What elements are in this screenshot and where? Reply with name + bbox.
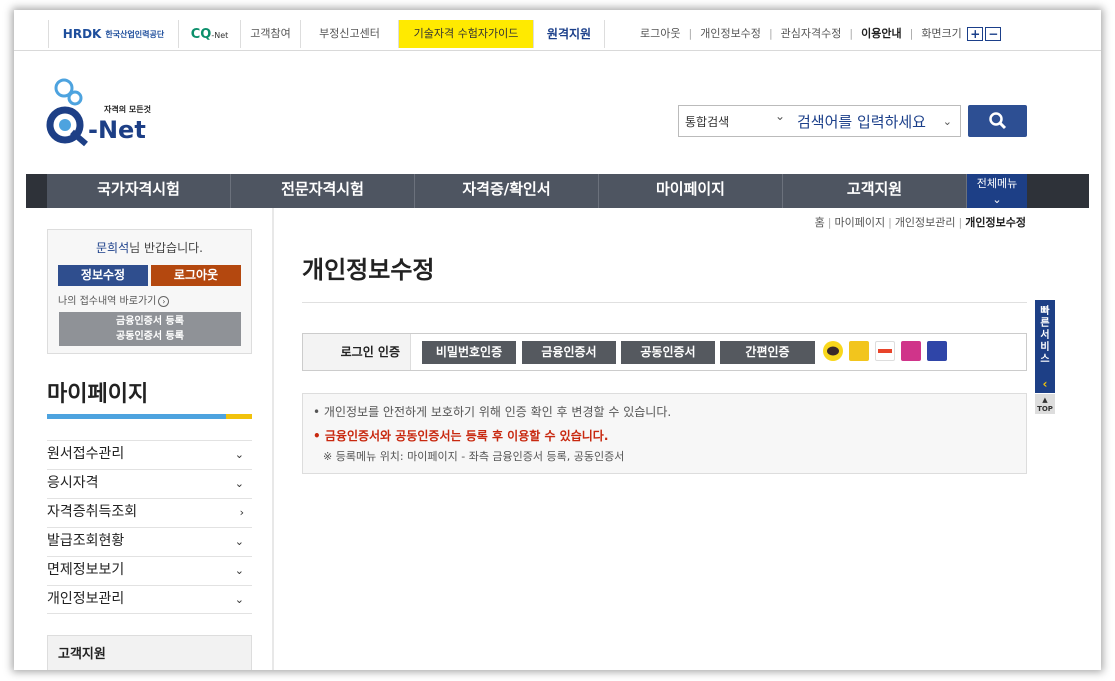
top-utility-bar: HRDK 한국산업인력공단 CQ-Net 고객참여 부정신고센터 기술자격 수험… xyxy=(14,10,1101,51)
financial-cert-button[interactable]: 금융인증서 xyxy=(522,341,616,364)
sidebar-menu: 원서접수관리 ⌄ 응시자격 ⌄ 자격증취득조회 › 발급조회현황 ⌄ 면제정보보기 ⌄ 개… xyxy=(47,440,252,614)
all-menu-label: 전체메뉴 xyxy=(976,177,1018,190)
chevron-right-icon: › xyxy=(239,506,244,519)
pass-icon[interactable] xyxy=(901,341,921,361)
zoom-out-button[interactable]: − xyxy=(985,27,1002,41)
search-icon xyxy=(988,112,1006,130)
sidebar-item-exemption[interactable]: 면제정보보기 ⌄ xyxy=(47,556,252,585)
logout-button[interactable]: 로그아웃 xyxy=(151,265,241,286)
password-auth-button[interactable]: 비밀번호인증 xyxy=(422,341,516,364)
logout-link[interactable]: 로그아웃 xyxy=(640,27,680,40)
qnet-logo[interactable]: 자격의 모든것 -Net xyxy=(44,74,164,154)
page-title: 개인정보수정 xyxy=(302,256,435,284)
chevron-down-icon: ⌄ xyxy=(992,193,1002,206)
zoom-label: 화면크기 xyxy=(921,27,962,40)
hrdk-logo-link[interactable]: HRDK 한국산업인력공단 xyxy=(48,20,178,48)
search-bar: 통합검색 검색어를 입력하세요 ⌄ xyxy=(678,105,961,137)
chevron-down-icon: ⌄ xyxy=(234,477,244,490)
caret-up-icon: ▲ xyxy=(1042,396,1048,404)
breadcrumb-mypage[interactable]: 마이페이지 xyxy=(834,216,885,229)
edit-profile-link[interactable]: 개인정보수정 xyxy=(700,27,761,40)
interest-cert-link[interactable]: 관심자격수정 xyxy=(781,27,842,40)
samsung-pass-icon[interactable] xyxy=(927,341,947,361)
remote-support-link[interactable]: 원격지원 xyxy=(533,20,605,48)
scroll-top-button[interactable]: ▲ TOP xyxy=(1035,394,1055,414)
report-center-link[interactable]: 부정신고센터 xyxy=(300,20,398,48)
nav-customer-support[interactable]: 고객지원 xyxy=(783,174,967,208)
notice-box: • 개인정보를 안전하게 보호하기 위해 인증 확인 후 변경할 수 있습니다.… xyxy=(302,393,1027,474)
greeting: 문희석님 반갑습니다. xyxy=(48,239,251,256)
cert-line-1: 금융인증서 등록 xyxy=(116,316,184,327)
cqnet-logo: CQ-Net xyxy=(190,26,229,42)
util-links: 로그아웃 | 개인정보수정 | 관심자격수정 | 이용안내 | 화면크기 + − xyxy=(640,20,1002,48)
breadcrumb-home[interactable]: 홈 xyxy=(815,216,825,229)
user-name: 문희석 xyxy=(96,241,130,255)
top-label: TOP xyxy=(1037,405,1053,413)
sidebar-item-application[interactable]: 원서접수관리 ⌄ xyxy=(47,440,252,469)
my-applications-label: 나의 접수내역 바로가기 xyxy=(58,296,157,307)
all-menu-button[interactable]: 전체메뉴 ⌄ xyxy=(967,174,1027,208)
cqnet-logo-link[interactable]: CQ-Net xyxy=(178,20,240,48)
joint-cert-button[interactable]: 공동인증서 xyxy=(621,341,715,364)
nav-certificates[interactable]: 자격증/확인서 xyxy=(415,174,599,208)
edit-info-button[interactable]: 정보수정 xyxy=(58,265,148,286)
customer-participation-link[interactable]: 고객참여 xyxy=(240,20,300,48)
chevron-left-icon[interactable]: ‹ xyxy=(1035,376,1055,393)
auth-label: 로그인 인증 xyxy=(303,334,411,370)
greeting-text: 님 반갑습니다. xyxy=(129,241,203,255)
search-input[interactable]: 검색어를 입력하세요 xyxy=(789,111,943,132)
kakao-icon[interactable] xyxy=(823,341,843,361)
sidebar-title-underline xyxy=(47,414,252,419)
quick-service-label: 빠른서비스 xyxy=(1040,306,1050,365)
quick-service-tab[interactable]: 빠른서비스 xyxy=(1035,300,1055,376)
breadcrumb: 홈 | 마이페이지 | 개인정보관리 | 개인정보수정 xyxy=(814,216,1026,229)
main-navigation: 국가자격시험 전문자격시험 자격증/확인서 마이페이지 고객지원 전체메뉴 ⌄ xyxy=(26,174,1089,208)
hrdk-logo-text: 한국산업인력공단 xyxy=(105,29,165,39)
logo-text: -Net xyxy=(88,116,146,144)
chevron-down-icon: ⌄ xyxy=(234,535,244,548)
login-auth-row: 로그인 인증 비밀번호인증 금융인증서 공동인증서 간편인증 xyxy=(302,333,1027,371)
hrdk-logo-mark: HRDK xyxy=(62,27,102,41)
customer-support-box[interactable]: 고객지원 xyxy=(47,635,252,670)
cert-line-2: 공동인증서 등록 xyxy=(116,331,184,342)
customer-support-title: 고객지원 xyxy=(58,647,106,662)
nav-national-exam[interactable]: 국가자격시험 xyxy=(47,174,231,208)
sidebar-item-eligibility[interactable]: 응시자격 ⌄ xyxy=(47,469,252,498)
nav-mypage[interactable]: 마이페이지 xyxy=(599,174,783,208)
usage-guide-link[interactable]: 이용안내 xyxy=(861,27,901,40)
chevron-down-icon: ⌄ xyxy=(234,564,244,577)
simple-auth-button[interactable]: 간편인증 xyxy=(720,341,815,364)
browser-page: HRDK 한국산업인력공단 CQ-Net 고객참여 부정신고센터 기술자격 수험… xyxy=(14,10,1101,670)
sidebar-item-personal-info[interactable]: 개인정보관리 ⌄ xyxy=(47,585,252,614)
search-category-select[interactable]: 통합검색 xyxy=(679,109,789,130)
exam-guide-link[interactable]: 기술자격 수험자가이드 xyxy=(398,20,533,48)
notice-info: • 개인정보를 안전하게 보호하기 위해 인증 확인 후 변경할 수 있습니다. xyxy=(313,405,672,419)
sidebar-item-issuance[interactable]: 발급조회현황 ⌄ xyxy=(47,527,252,556)
chevron-down-icon: ⌄ xyxy=(234,593,244,606)
breadcrumb-current: 개인정보수정 xyxy=(965,216,1026,229)
user-box: 문희석님 반갑습니다. 정보수정 로그아웃 나의 접수내역 바로가기 › 금융인증… xyxy=(47,229,252,354)
nav-professional-exam[interactable]: 전문자격시험 xyxy=(231,174,415,208)
notice-location: ※ 등록메뉴 위치: 마이페이지 - 좌측 금융인증서 등록, 공동인증서 xyxy=(323,450,625,463)
kb-icon[interactable] xyxy=(849,341,869,361)
logo-tagline: 자격의 모든것 xyxy=(104,105,151,114)
my-applications-link[interactable]: 나의 접수내역 바로가기 › xyxy=(58,292,170,307)
sidebar-item-cert-lookup[interactable]: 자격증취득조회 › xyxy=(47,498,252,527)
register-cert-button[interactable]: 금융인증서 등록 공동인증서 등록 xyxy=(59,312,241,346)
sidebar-title: 마이페이지 xyxy=(47,382,149,407)
arrow-right-icon: › xyxy=(158,296,170,307)
chevron-down-icon: ⌄ xyxy=(942,114,952,128)
payco-icon[interactable] xyxy=(875,341,895,361)
breadcrumb-personal-info[interactable]: 개인정보관리 xyxy=(895,216,956,229)
zoom-in-button[interactable]: + xyxy=(967,27,984,41)
search-button[interactable] xyxy=(968,105,1027,137)
chevron-down-icon: ⌄ xyxy=(234,448,244,461)
notice-warning: • 금융인증서와 공동인증서는 등록 후 이용할 수 있습니다. xyxy=(313,429,609,443)
